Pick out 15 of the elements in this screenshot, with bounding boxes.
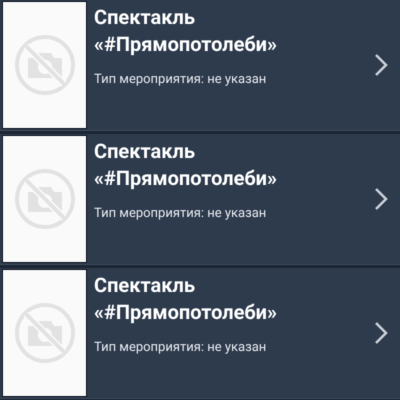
event-list-item[interactable]: Спектакль «#Прямопотолеби» Тип мероприятия: не указан — [0, 134, 400, 265]
chevron-right-icon — [374, 187, 388, 211]
event-title: Спектакль «#Прямопотолеби» — [94, 4, 278, 58]
no-camera-icon — [14, 34, 76, 96]
chevron-right-icon — [374, 321, 388, 345]
event-type-label: Тип мероприятия: не указан — [94, 206, 268, 221]
no-camera-icon — [14, 168, 76, 230]
event-title: Спектакль «#Прямопотолеби» — [94, 138, 278, 192]
event-list-item[interactable]: Спектакль «#Прямопотолеби» Тип мероприятия: не указан — [0, 0, 400, 131]
event-type-label: Тип мероприятия: не указан — [94, 72, 268, 87]
event-title: Спектакль «#Прямопотолеби» — [94, 272, 278, 326]
event-type-label: Тип мероприятия: не указан — [94, 340, 268, 355]
no-camera-icon — [14, 302, 76, 364]
event-list-item[interactable]: Спектакль «#Прямопотолеби» Тип мероприятия: не указан — [0, 268, 400, 399]
chevron-right-icon — [374, 53, 388, 77]
